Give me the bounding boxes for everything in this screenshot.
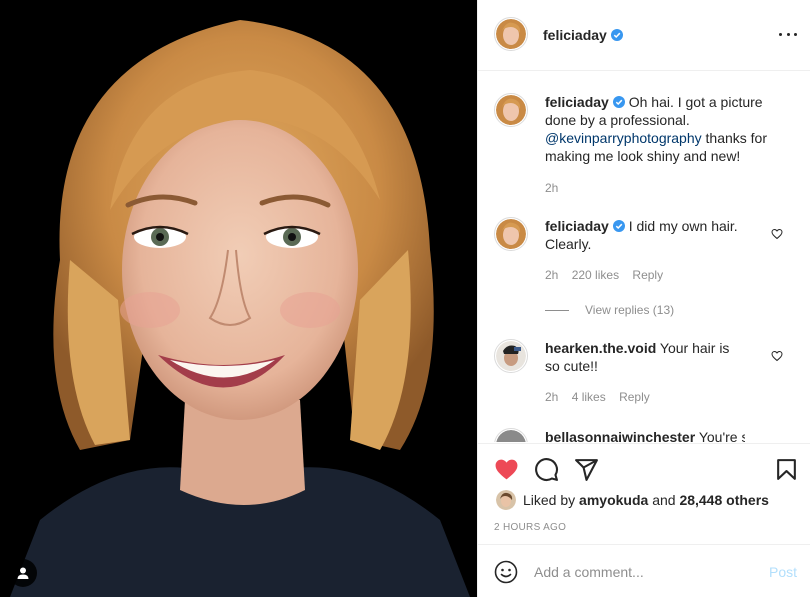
comment-like-heart-icon[interactable] [771,228,783,240]
reply-button[interactable]: Reply [632,268,663,282]
caption-mention-link[interactable]: @kevinparryphotography [545,130,702,146]
more-options-button[interactable] [779,26,797,42]
portrait-image [0,0,477,597]
verified-badge-icon [612,96,625,108]
share-icon[interactable] [574,457,599,482]
comment-text: feliciaday I did my own hair. Clearly. [545,217,745,253]
liker-avatar[interactable] [496,490,516,510]
caption: feliciaday Oh hai. I got a picture done … [494,93,799,203]
comment-meta: 2h 4 likes Reply [545,390,660,404]
comment-input[interactable] [534,561,754,583]
user-tag-icon [17,567,29,579]
comment-item: hearken.the.void Your hair is so cute!! … [494,339,799,409]
caption-time[interactable]: 2h [545,181,558,195]
comment-item: feliciaday I did my own hair. Clearly. 2… [494,217,799,327]
post-sidebar: feliciaday feliciaday Oh hai. I got a pi… [477,0,810,597]
comment-text: bellasonnaiwinchester You're so [545,428,745,442]
comment-username[interactable]: hearken.the.void [545,340,656,356]
comment-username[interactable]: bellasonnaiwinchester [545,429,695,442]
author-username[interactable]: feliciaday [543,27,623,43]
caption-text: feliciaday Oh hai. I got a picture done … [545,93,767,165]
user-tag-button[interactable] [9,559,37,587]
post-timestamp[interactable]: 2 HOURS AGO [494,522,566,533]
post-photo[interactable] [0,0,477,597]
instagram-post-modal: feliciaday feliciaday Oh hai. I got a pi… [0,0,810,597]
post-header: feliciaday [478,0,810,71]
comment-text: hearken.the.void Your hair is so cute!! [545,339,745,375]
caption-meta: 2h [545,181,568,195]
more-options-icon [779,32,782,36]
heart-icon[interactable] [494,457,519,482]
verified-badge-icon [612,220,625,232]
comment-avatar[interactable] [494,217,528,251]
comment-meta: 2h 220 likes Reply [545,268,673,282]
comment-avatar[interactable] [494,428,528,442]
post-actions: Liked by amyokuda and 28,448 others 2 HO… [478,443,810,543]
liker-username[interactable]: amyokuda [579,492,648,508]
comment-body: You're so [698,429,745,442]
comment-username[interactable]: feliciaday [545,218,609,234]
verified-badge-icon [610,29,623,41]
author-avatar[interactable] [494,17,528,51]
comment-time[interactable]: 2h [545,268,558,282]
likes-others-link[interactable]: 28,448 others [679,492,769,508]
comment-likes[interactable]: 220 likes [572,268,619,282]
post-comment-button[interactable]: Post [769,564,797,580]
add-comment-bar: Post [478,544,810,597]
view-replies-button[interactable]: View replies (13) [545,303,674,317]
comment-avatar[interactable] [494,339,528,373]
comment-item: bellasonnaiwinchester You're so [494,428,799,442]
comment-like-heart-icon[interactable] [771,350,783,362]
caption-avatar[interactable] [494,93,528,127]
comment-likes[interactable]: 4 likes [572,390,606,404]
emoji-icon[interactable] [494,560,518,584]
likes-summary: Liked by amyokuda and 28,448 others [496,490,769,510]
comment-icon[interactable] [534,457,559,482]
comment-time[interactable]: 2h [545,390,558,404]
caption-username[interactable]: feliciaday [545,94,609,110]
reply-button[interactable]: Reply [619,390,650,404]
comments-list[interactable]: feliciaday Oh hai. I got a picture done … [478,72,810,442]
bookmark-icon[interactable] [774,457,799,482]
